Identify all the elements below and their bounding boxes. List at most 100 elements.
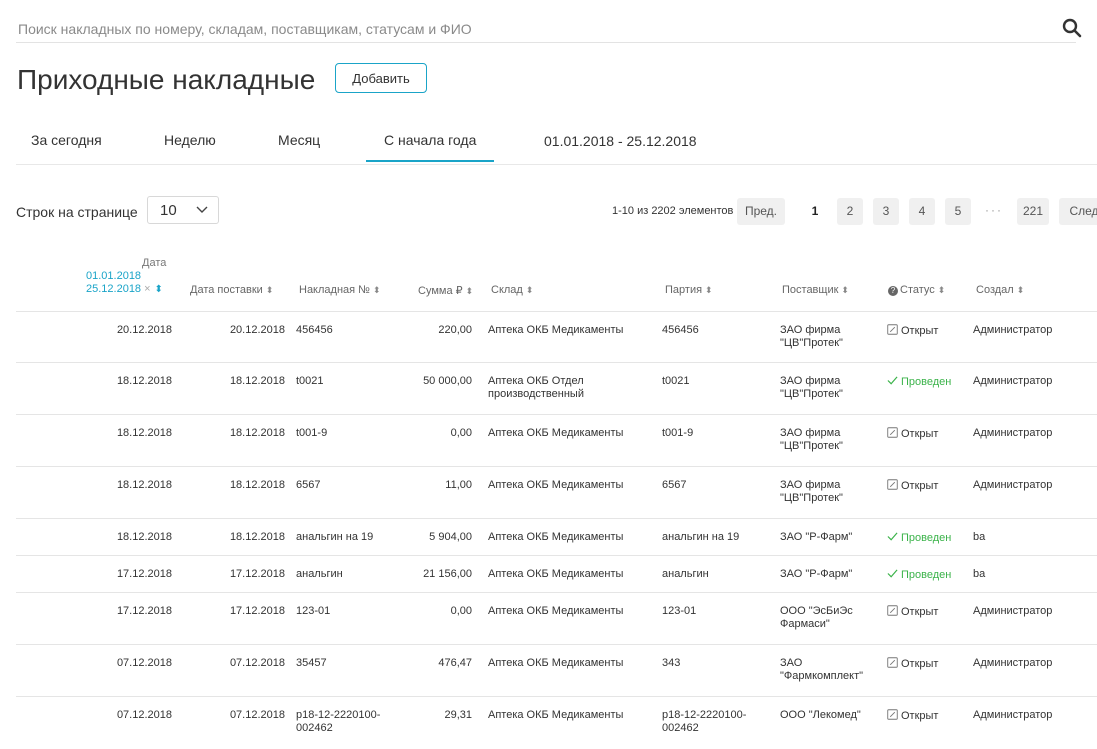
edit-icon: [887, 324, 898, 335]
column-status[interactable]: ? Статус ⬍: [888, 284, 945, 296]
rows-per-page-label: Строк на странице: [16, 204, 138, 220]
cell-invoice-number[interactable]: 456456: [296, 324, 396, 337]
table-row[interactable]: 17.12.2018 17.12.2018 анальгин 21 156,00 Апт…: [16, 555, 1097, 593]
search-input[interactable]: [18, 21, 1058, 37]
cell-creator: Администратор: [973, 479, 1053, 491]
table-row[interactable]: 18.12.2018 18.12.2018 t001-9 0,00 Аптека ОКБ…: [16, 414, 1097, 467]
cell-sum: 220,00: [438, 324, 472, 336]
cell-delivery-date: 18.12.2018: [229, 479, 285, 491]
cell-invoice-number[interactable]: анальгин: [296, 568, 396, 581]
column-batch[interactable]: Партия ⬍: [665, 284, 713, 296]
date-filter-to[interactable]: 25.12.2018: [86, 283, 141, 295]
page-title: Приходные накладные: [17, 64, 316, 95]
table-row[interactable]: 07.12.2018 07.12.2018 35457 476,47 Аптека ОК…: [16, 644, 1097, 697]
cell-invoice-number[interactable]: p18-12-2220100-002462: [296, 709, 396, 735]
status-label: Открыт: [901, 606, 939, 618]
pagination-info: 1-10 из 2202 элементов: [612, 205, 734, 217]
cell-status: Проведен: [887, 375, 977, 389]
sort-date-icon[interactable]: ⬍: [155, 284, 163, 295]
column-invoice-number[interactable]: Накладная № ⬍: [299, 284, 381, 296]
column-warehouse-label: Склад: [491, 284, 523, 296]
table-row[interactable]: 18.12.2018 18.12.2018 анальгин на 19 5 904,…: [16, 518, 1097, 556]
edit-icon: [887, 709, 898, 720]
cell-creator: Администратор: [973, 605, 1053, 617]
tab-year-to-date[interactable]: С начала года: [384, 132, 476, 148]
sort-icon: ⬍: [1016, 285, 1025, 295]
cell-invoice-number[interactable]: t0021: [296, 375, 396, 388]
cell-batch: 456456: [662, 324, 699, 336]
cell-status: Открыт: [887, 427, 977, 441]
sort-icon: ⬍: [525, 285, 534, 295]
cell-warehouse: Аптека ОКБ Медикаменты: [488, 324, 624, 336]
cell-invoice-number[interactable]: t001-9: [296, 427, 396, 440]
column-batch-label: Партия: [665, 284, 703, 296]
cell-creator: Администратор: [973, 324, 1053, 336]
active-tab-indicator: [366, 160, 494, 162]
table-row[interactable]: 18.12.2018 18.12.2018 t0021 50 000,00 Аптека…: [16, 362, 1097, 415]
column-delivery-date[interactable]: Дата поставки ⬍: [190, 284, 273, 296]
cell-sum: 5 904,00: [429, 531, 472, 543]
cell-supplier: ООО "ЭсБиЭс Фармаси": [780, 605, 853, 630]
column-supplier[interactable]: Поставщик ⬍: [782, 284, 849, 296]
cell-status: Открыт: [887, 324, 977, 338]
column-warehouse[interactable]: Склад ⬍: [491, 284, 533, 296]
tab-week[interactable]: Неделю: [164, 132, 216, 148]
clear-filter-icon[interactable]: ×: [144, 283, 150, 295]
cell-batch: 343: [662, 657, 681, 669]
cell-delivery-date: 17.12.2018: [229, 568, 285, 580]
column-supplier-label: Поставщик: [782, 284, 839, 296]
column-date-caption: Дата: [142, 257, 167, 269]
cell-date: 18.12.2018: [116, 479, 172, 491]
next-page-button[interactable]: След: [1059, 198, 1097, 225]
tab-today[interactable]: За сегодня: [31, 132, 102, 148]
page-button-3[interactable]: 3: [873, 198, 899, 225]
cell-supplier: ЗАО фирма "ЦВ"Протек": [780, 324, 843, 349]
cell-batch: p18-12-2220100-002462: [662, 709, 747, 734]
edit-icon: [887, 605, 898, 616]
prev-page-button[interactable]: Пред.: [737, 198, 785, 225]
cell-date: 07.12.2018: [116, 709, 172, 721]
status-label: Открыт: [901, 325, 939, 337]
date-filter-from[interactable]: 01.01.2018: [86, 270, 141, 282]
search-icon[interactable]: [1062, 18, 1082, 38]
cell-delivery-date: 18.12.2018: [229, 531, 285, 543]
table-row[interactable]: 20.12.2018 20.12.2018 456456 220,00 Аптека О…: [16, 311, 1097, 363]
cell-status: Открыт: [887, 709, 977, 723]
tab-custom-range[interactable]: 01.01.2018 - 25.12.2018: [544, 133, 697, 149]
table-row[interactable]: 07.12.2018 07.12.2018 p18-12-2220100-00246…: [16, 696, 1097, 749]
sort-icon: ⬍: [841, 285, 849, 295]
edit-icon: [887, 479, 898, 490]
column-sum-label: Сумма ₽: [418, 285, 463, 297]
tab-month[interactable]: Месяц: [278, 132, 320, 148]
cell-invoice-number[interactable]: 123-01: [296, 605, 396, 618]
rows-per-page-select[interactable]: 10: [147, 196, 219, 224]
page-button-4[interactable]: 4: [909, 198, 935, 225]
page-button-1[interactable]: 1: [802, 198, 828, 225]
search-bar: [16, 14, 1082, 43]
cell-invoice-number[interactable]: анальгин на 19: [296, 531, 396, 544]
table-row[interactable]: 18.12.2018 18.12.2018 6567 11,00 Аптека ОКБ …: [16, 466, 1097, 519]
cell-invoice-number[interactable]: 6567: [296, 479, 396, 492]
cell-date: 07.12.2018: [116, 657, 172, 669]
status-label: Открыт: [901, 710, 939, 722]
table-row[interactable]: 17.12.2018 17.12.2018 123-01 0,00 Аптека ОКБ…: [16, 592, 1097, 645]
page-button-2[interactable]: 2: [837, 198, 863, 225]
cell-creator: Администратор: [973, 709, 1053, 721]
cell-batch: анальгин: [662, 568, 709, 580]
cell-delivery-date: 07.12.2018: [229, 709, 285, 721]
cell-sum: 21 156,00: [423, 568, 472, 580]
cell-invoice-number[interactable]: 35457: [296, 657, 396, 670]
cell-sum: 11,00: [445, 479, 472, 491]
page-button-5[interactable]: 5: [945, 198, 971, 225]
add-button[interactable]: Добавить: [335, 63, 427, 93]
page-button-last[interactable]: 221: [1017, 198, 1049, 225]
chevron-down-icon: [196, 206, 208, 213]
cell-status: Открыт: [887, 605, 977, 619]
column-creator[interactable]: Создал ⬍: [976, 284, 1024, 296]
check-icon: [887, 532, 898, 541]
sort-icon: ⬍: [937, 285, 946, 295]
status-label: Открыт: [901, 658, 939, 670]
cell-batch: анальгин на 19: [662, 531, 740, 543]
help-icon[interactable]: ?: [888, 286, 898, 296]
column-sum[interactable]: Сумма ₽ ⬍: [418, 284, 473, 297]
